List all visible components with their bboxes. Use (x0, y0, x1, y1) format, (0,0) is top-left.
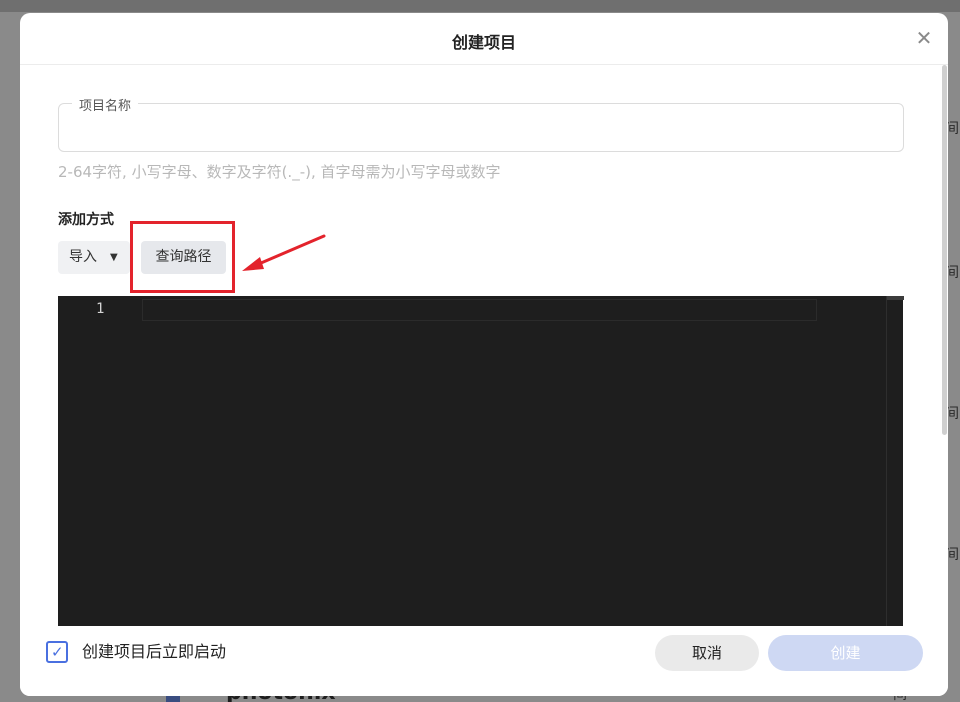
background-header (0, 0, 960, 12)
editor-current-line[interactable] (142, 299, 817, 321)
dialog-header: 创建项目 ✕ (20, 13, 948, 65)
check-icon: ✓ (51, 643, 64, 661)
import-dropdown-label: 导入 (69, 249, 97, 265)
annotation-highlight-box (130, 221, 235, 293)
project-name-label: 项目名称 (72, 95, 139, 114)
close-icon[interactable]: ✕ (913, 27, 935, 49)
add-method-label: 添加方式 (58, 212, 114, 228)
autostart-checkbox[interactable]: ✓ (46, 641, 68, 663)
editor-line-number: 1 (96, 301, 105, 317)
import-dropdown[interactable]: 导入 ▼ (58, 241, 130, 274)
cancel-button[interactable]: 取消 (655, 635, 759, 671)
editor-scrollbar[interactable] (886, 296, 904, 626)
editor-scrollbar-thumb[interactable] (887, 296, 904, 300)
project-name-input[interactable] (70, 117, 890, 143)
create-button[interactable]: 创建 (768, 635, 923, 671)
code-editor[interactable]: 1 (58, 296, 904, 626)
dialog-scrollbar[interactable] (942, 65, 948, 635)
autostart-label[interactable]: 创建项目后立即启动 (82, 641, 226, 663)
scrollbar-thumb[interactable] (942, 65, 947, 435)
project-name-hint: 2-64字符, 小写字母、数字及字符(._-), 首字母需为小写字母或数字 (58, 163, 501, 181)
dialog-title: 创建项目 (451, 33, 516, 52)
annotation-arrow-icon (242, 234, 326, 271)
create-project-dialog: 创建项目 ✕ 项目名称 2-64字符, 小写字母、数字及字符(._-), 首字母… (20, 13, 948, 696)
caret-down-icon: ▼ (110, 252, 118, 263)
